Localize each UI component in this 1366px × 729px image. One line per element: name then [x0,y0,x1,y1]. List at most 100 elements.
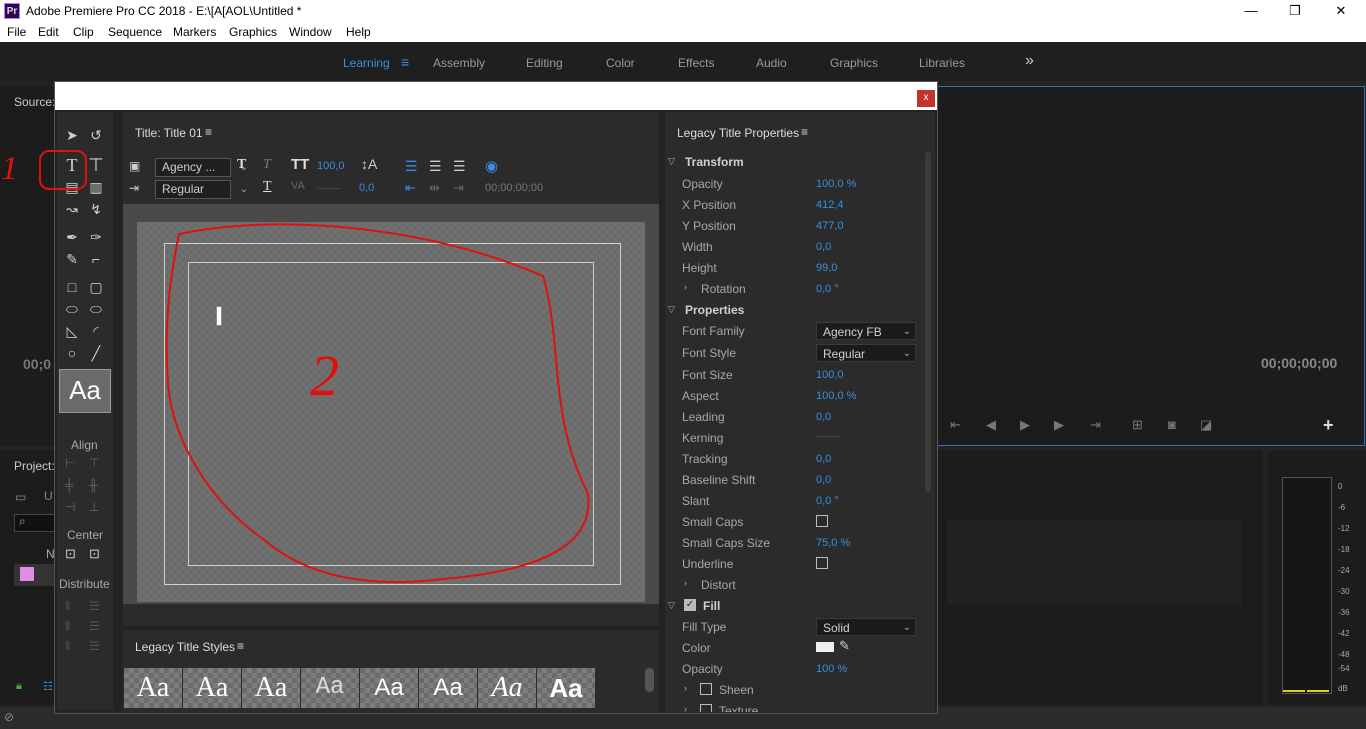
x-position-value[interactable]: 412,4 [816,199,844,211]
collapse-icon[interactable]: ▽ [668,304,675,315]
collapse-icon[interactable]: ▽ [668,156,675,167]
fill-color-swatch[interactable] [816,642,834,652]
workspace-learning[interactable]: Learning [343,56,390,70]
properties-panel-menu-icon[interactable]: ≡ [801,125,808,139]
expand-icon[interactable]: › [684,704,687,712]
rectangle-tool-icon[interactable]: □ [61,278,83,296]
play-icon[interactable]: ▶ [1020,417,1030,433]
font-size-prop-value[interactable]: 100,0 [816,369,844,381]
add-anchor-tool-icon[interactable]: ✎ [61,250,83,268]
fill-section[interactable]: Fill [703,599,720,613]
compare-icon[interactable]: ◪ [1200,417,1212,433]
tab-stops-icon[interactable]: ⇥ [129,181,139,195]
styles-panel-menu-icon[interactable]: ≡ [237,639,244,653]
workspace-libraries[interactable]: Libraries [919,56,965,70]
rounded-corner-tool-icon[interactable]: ⬭ [85,300,107,318]
vertical-path-type-tool-icon[interactable]: ↯ [85,200,107,218]
menu-sequence[interactable]: Sequence [108,25,162,39]
align-left-text-icon[interactable]: ☰ [405,158,418,175]
selection-tool-icon[interactable]: ➤ [61,126,83,144]
align-bottom-icon[interactable]: ⊥ [89,500,99,514]
tab-left-icon[interactable]: ⇤ [405,180,416,196]
menu-graphics[interactable]: Graphics [229,25,277,39]
go-to-out-icon[interactable]: ⇥ [1090,417,1101,433]
align-hcenter-icon[interactable]: ╪ [65,478,74,492]
opacity-value[interactable]: 100,0 % [816,178,856,190]
fill-checkbox[interactable]: ✓ [684,599,696,611]
line-tool-icon[interactable]: ╱ [85,344,107,362]
width-value[interactable]: 0,0 [816,241,831,253]
pen-tool-icon[interactable]: ✒ [61,228,83,246]
properties-section[interactable]: Properties [685,303,744,317]
underline-icon[interactable]: T [263,179,272,195]
leading-prop-value[interactable]: 0,0 [816,411,831,423]
align-right-icon[interactable]: ⊣ [65,500,75,514]
font-style-dropdown[interactable]: Regular ⌄ [816,344,916,362]
baseline-shift-value[interactable]: 0,0 [816,474,831,486]
workspace-editing[interactable]: Editing [526,56,563,70]
height-value[interactable]: 99,0 [816,262,837,274]
add-button-icon[interactable]: + [1323,415,1334,436]
bold-icon[interactable]: T [237,157,246,173]
workspace-color[interactable]: Color [606,56,635,70]
font-family-dropdown[interactable]: Agency FB ⌄ [816,322,916,340]
distribute-hcenter-icon[interactable]: ⫴ [65,616,70,636]
workspace-graphics[interactable]: Graphics [830,56,878,70]
align-top-icon[interactable]: ⊤ [89,456,99,470]
menu-window[interactable]: Window [289,25,332,39]
title-canvas[interactable]: 2 [123,204,659,604]
center-horizontal-icon[interactable]: ⊡ [65,546,76,562]
align-vcenter-icon[interactable]: ╫ [89,478,98,492]
more-workspaces-icon[interactable]: » [1025,52,1034,70]
menu-file[interactable]: File [7,25,26,39]
aspect-value[interactable]: 100,0 % [816,390,856,402]
dialog-close-button[interactable]: x [917,90,935,107]
collapse-icon[interactable]: ▽ [668,600,675,611]
tab-center-icon[interactable]: ⇹ [429,180,440,196]
mark-in-icon[interactable]: ⇤ [950,417,961,433]
step-back-icon[interactable]: ◀ [986,417,996,433]
font-size-value[interactable]: 100,0 [317,160,345,172]
small-caps-checkbox[interactable] [816,515,828,527]
distribute-left-icon[interactable]: ⫴ [65,596,70,616]
expand-icon[interactable]: › [684,282,687,292]
styles-scrollbar[interactable] [645,668,654,692]
title-style-swatch[interactable]: Aa [183,668,241,708]
menu-edit[interactable]: Edit [38,25,59,39]
texture-checkbox[interactable] [700,704,712,712]
fill-opacity-value[interactable]: 100 % [816,663,847,675]
leading-value[interactable]: 0,0 [359,182,374,194]
restore-button[interactable]: ❐ [1272,0,1318,22]
title-style-swatch[interactable]: Aa [242,668,300,708]
menu-clip[interactable]: Clip [73,25,94,39]
tab-right-icon[interactable]: ⇥ [453,180,464,196]
vertical-area-type-tool-icon[interactable]: ▥ [85,178,107,196]
sheen-checkbox[interactable] [700,683,712,695]
distribute-bottom-icon[interactable]: ☰ [89,636,100,656]
arc-tool-icon[interactable]: ◜ [85,322,107,340]
expand-icon[interactable]: › [684,578,687,588]
wedge-tool-icon[interactable]: ◺ [61,322,83,340]
rotation-value[interactable]: 0,0 ° [816,283,839,295]
workspace-audio[interactable]: Audio [756,56,787,70]
minimize-button[interactable]: — [1228,0,1274,22]
clipped-rectangle-tool-icon[interactable]: ⬭ [61,300,83,318]
title-style-swatch[interactable]: Aa [419,668,477,708]
properties-scrollbar[interactable] [925,152,931,492]
title-style-swatch[interactable]: Aa [360,668,418,708]
workspace-effects[interactable]: Effects [678,56,714,70]
font-style-select[interactable]: Regular ⌄ [155,180,248,199]
fill-type-dropdown[interactable]: Solid ⌄ [816,618,916,636]
rotation-tool-icon[interactable]: ↺ [85,126,107,144]
distribute-right-icon[interactable]: ⫴ [65,636,70,656]
insert-icon[interactable]: ⊞ [1132,417,1143,433]
title-style-swatch[interactable]: Aa [124,668,182,708]
ellipse-tool-icon[interactable]: ○ [61,344,83,362]
workspace-assembly[interactable]: Assembly [433,56,485,70]
distribute-top-icon[interactable]: ☰ [89,596,100,616]
menu-markers[interactable]: Markers [173,25,216,39]
path-type-tool-icon[interactable]: ↝ [61,200,83,218]
slant-value[interactable]: 0,0 ° [816,495,839,507]
transform-section[interactable]: Transform [685,155,744,169]
italic-icon[interactable]: T [263,157,271,173]
